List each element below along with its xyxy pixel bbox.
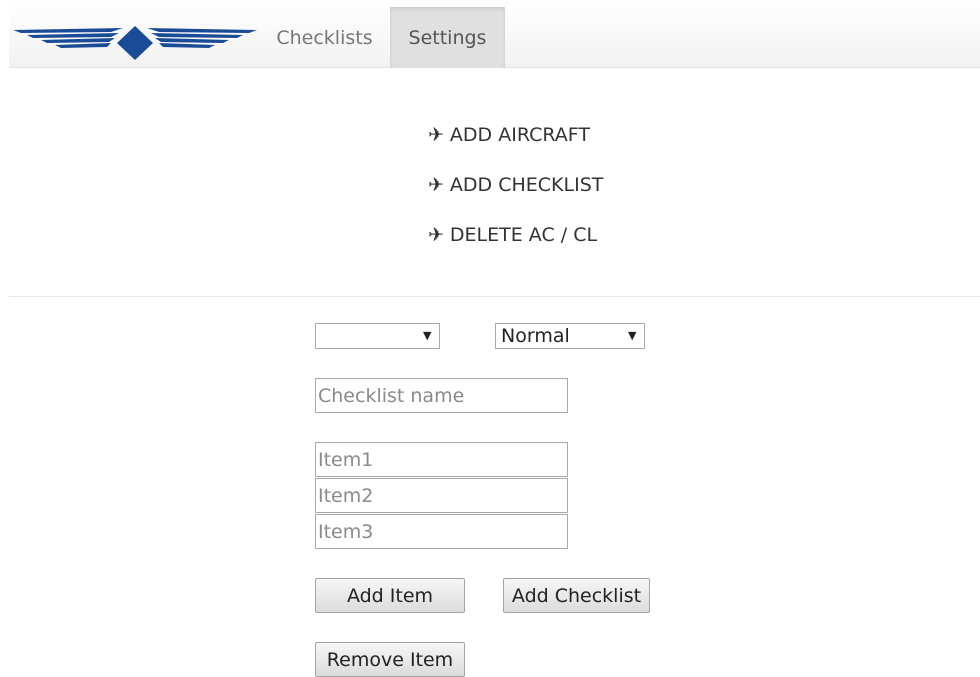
add-aircraft-label: ADD AIRCRAFT (449, 124, 590, 146)
add-checklist-link[interactable]: ✈ ADD CHECKLIST (428, 174, 603, 196)
airplane-icon: ✈ (428, 174, 444, 196)
airplane-icon: ✈ (428, 124, 444, 146)
add-aircraft-link[interactable]: ✈ ADD AIRCRAFT (428, 124, 590, 146)
tab-checklists[interactable]: Checklists (259, 7, 390, 68)
delete-ac-cl-link[interactable]: ✈ DELETE AC / CL (428, 224, 597, 246)
tab-settings[interactable]: Settings (390, 7, 505, 68)
add-checklist-button[interactable]: Add Checklist (503, 578, 650, 613)
winged-diamond-logo[interactable] (11, 20, 259, 64)
item-input-2[interactable] (315, 478, 568, 513)
delete-ac-cl-label: DELETE AC / CL (449, 224, 598, 246)
add-item-button[interactable]: Add Item (315, 578, 465, 613)
item-input-1[interactable] (315, 442, 568, 477)
item-input-3[interactable] (315, 514, 568, 549)
airplane-icon: ✈ (428, 224, 444, 246)
section-divider (9, 296, 980, 297)
aircraft-select[interactable] (315, 323, 440, 349)
navbar: Checklists Settings (9, 0, 980, 68)
checklist-type-select[interactable]: Normal (495, 323, 645, 349)
checklist-name-input[interactable] (315, 378, 568, 413)
remove-item-button[interactable]: Remove Item (315, 642, 465, 677)
add-checklist-label: ADD CHECKLIST (449, 174, 604, 196)
